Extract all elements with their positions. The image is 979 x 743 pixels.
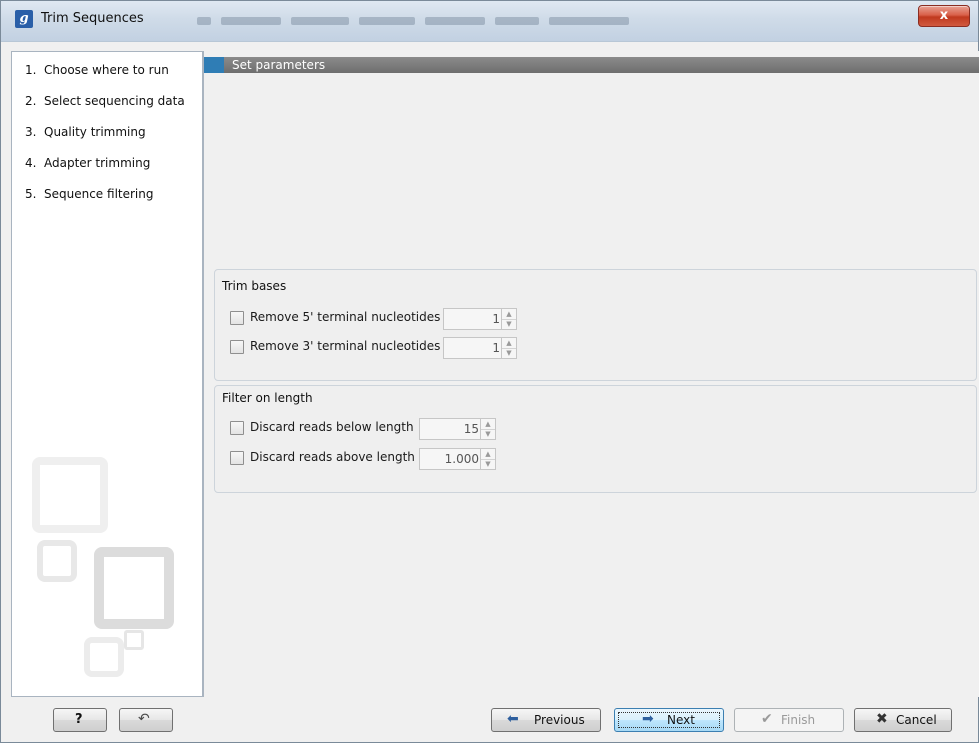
- checkmark-icon: ✔: [761, 711, 773, 727]
- discard-above-label[interactable]: Discard reads above length: [250, 450, 415, 464]
- background-toolbar: [197, 13, 757, 27]
- spinner-buttons: ▲ ▼: [501, 338, 516, 358]
- spinner-down-icon[interactable]: ▼: [502, 319, 516, 329]
- cancel-label: Cancel: [896, 713, 937, 727]
- spinner-down-icon[interactable]: ▼: [481, 459, 495, 469]
- cancel-button[interactable]: ✖ Cancel: [854, 708, 952, 732]
- section-title: Set parameters: [232, 58, 326, 72]
- step-adapter-trimming[interactable]: 4. Adapter trimming: [12, 152, 202, 174]
- remove-5-prime-checkbox[interactable]: [230, 311, 244, 325]
- spinner-buttons: ▲ ▼: [480, 419, 495, 439]
- step-quality-trimming[interactable]: 3. Quality trimming: [12, 121, 202, 143]
- spinner-value: 1.000: [444, 452, 479, 466]
- next-button[interactable]: ➡ Next: [614, 708, 724, 732]
- discard-below-spinner[interactable]: 15 ▲ ▼: [419, 418, 496, 440]
- trim-sequences-dialog: g Trim Sequences x 1. Choose where to ru…: [0, 0, 979, 743]
- finish-label: Finish: [781, 713, 816, 727]
- spinner-buttons: ▲ ▼: [480, 449, 495, 469]
- help-label: ?: [75, 712, 83, 727]
- filter-length-title: Filter on length: [222, 391, 313, 405]
- spinner-value: 1: [492, 341, 500, 355]
- remove-3-prime-checkbox[interactable]: [230, 340, 244, 354]
- discard-below-checkbox[interactable]: [230, 421, 244, 435]
- discard-above-spinner[interactable]: 1.000 ▲ ▼: [419, 448, 496, 470]
- arrow-left-icon: ⬅: [507, 711, 519, 727]
- section-header: Set parameters: [204, 57, 979, 73]
- step-label: Choose where to run: [44, 63, 169, 77]
- spinner-down-icon[interactable]: ▼: [481, 429, 495, 439]
- step-label: Select sequencing data: [44, 94, 185, 108]
- section-accent: [204, 57, 224, 73]
- step-number: 5.: [25, 187, 37, 201]
- step-number: 1.: [25, 63, 37, 77]
- title-bar: g Trim Sequences x: [1, 1, 978, 42]
- dialog-footer: ? ↶ ⬅ Previous ➡ Next ✔ Finish ✖ Cancel: [1, 698, 978, 742]
- remove-3-prime-spinner[interactable]: 1 ▲ ▼: [443, 337, 517, 359]
- remove-3-prime-label[interactable]: Remove 3' terminal nucleotides: [250, 339, 440, 353]
- trim-bases-group: Trim bases Remove 5' terminal nucleotide…: [214, 269, 977, 381]
- help-button[interactable]: ?: [53, 708, 107, 732]
- step-number: 2.: [25, 94, 37, 108]
- finish-button[interactable]: ✔ Finish: [734, 708, 844, 732]
- filter-length-group: Filter on length Discard reads below len…: [214, 385, 977, 493]
- step-sequence-filtering[interactable]: 5. Sequence filtering: [12, 183, 202, 205]
- arrow-right-icon: ➡: [642, 711, 654, 727]
- step-number: 4.: [25, 156, 37, 170]
- step-number: 3.: [25, 125, 37, 139]
- reset-button[interactable]: ↶: [119, 708, 173, 732]
- spinner-value: 1: [492, 312, 500, 326]
- step-label: Quality trimming: [44, 125, 146, 139]
- remove-5-prime-spinner[interactable]: 1 ▲ ▼: [443, 308, 517, 330]
- window-title: Trim Sequences: [41, 11, 144, 26]
- step-choose-where-to-run[interactable]: 1. Choose where to run: [12, 59, 202, 81]
- discard-below-label[interactable]: Discard reads below length: [250, 420, 414, 434]
- cancel-x-icon: ✖: [876, 711, 888, 727]
- remove-5-prime-label[interactable]: Remove 5' terminal nucleotides: [250, 310, 440, 324]
- spinner-buttons: ▲ ▼: [501, 309, 516, 329]
- step-label: Adapter trimming: [44, 156, 151, 170]
- next-label: Next: [667, 713, 695, 727]
- main-panel: Set parameters Trim bases Remove 5' term…: [203, 51, 979, 697]
- spinner-down-icon[interactable]: ▼: [502, 348, 516, 358]
- spinner-value: 15: [463, 422, 479, 436]
- discard-above-checkbox[interactable]: [230, 451, 244, 465]
- previous-label: Previous: [534, 713, 585, 727]
- reset-undo-icon: ↶: [138, 711, 150, 727]
- close-button[interactable]: x: [918, 5, 970, 27]
- step-select-sequencing-data[interactable]: 2. Select sequencing data: [12, 90, 202, 112]
- wizard-steps-sidebar: 1. Choose where to run 2. Select sequenc…: [11, 51, 203, 697]
- step-label: Sequence filtering: [44, 187, 154, 201]
- trim-bases-title: Trim bases: [222, 279, 287, 293]
- previous-button[interactable]: ⬅ Previous: [491, 708, 601, 732]
- app-logo-icon: g: [15, 10, 33, 28]
